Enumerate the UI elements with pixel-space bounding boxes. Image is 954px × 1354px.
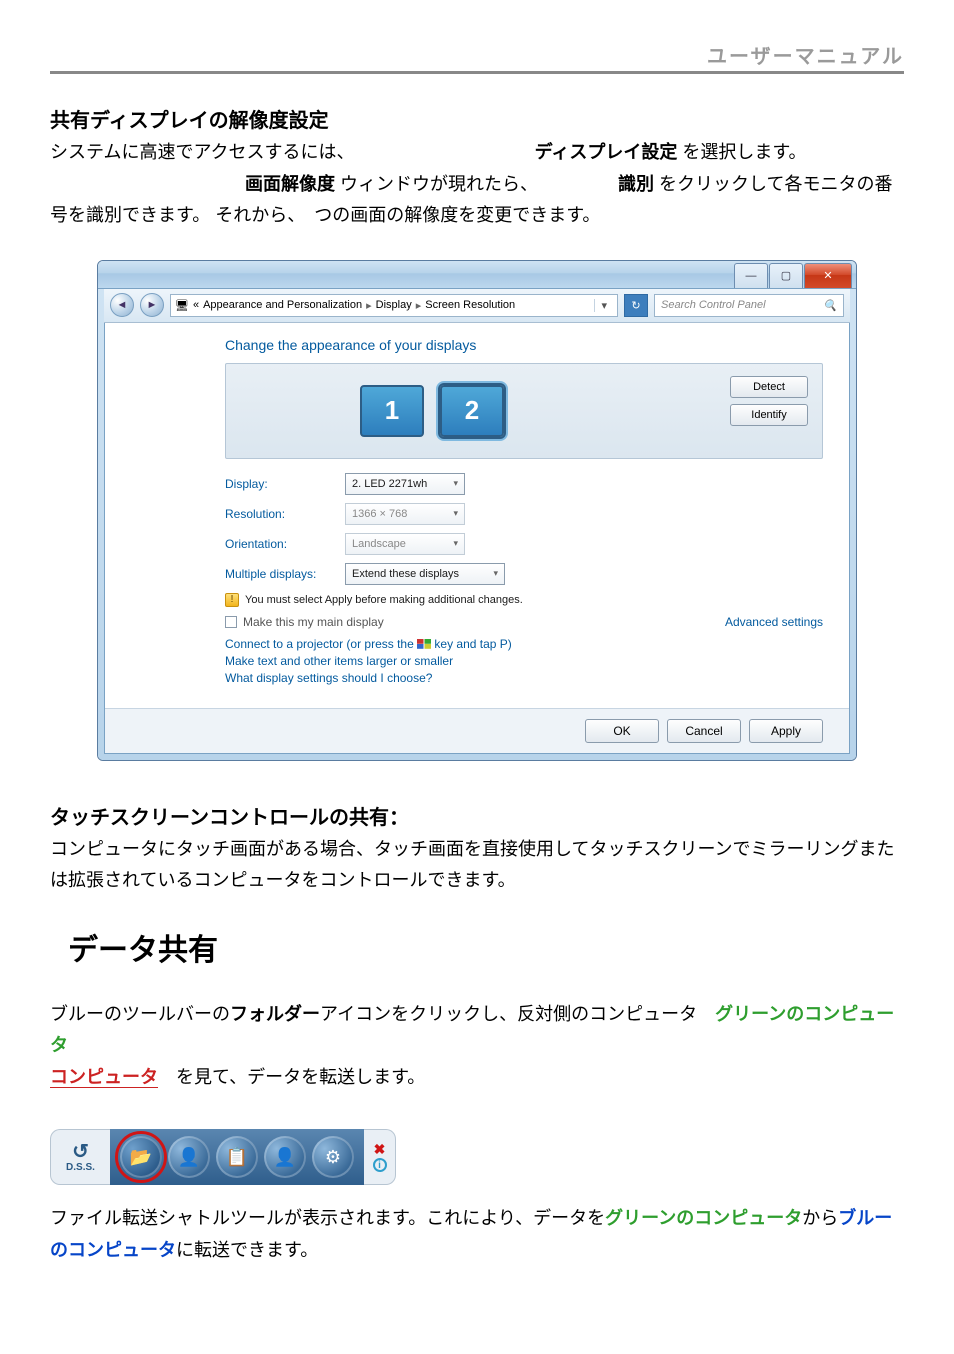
window-titlebar: — ▢ ✕ <box>98 261 856 289</box>
identify-button[interactable]: Identify <box>730 404 808 426</box>
window-close-button[interactable]: ✕ <box>804 263 852 288</box>
nav-back-button[interactable]: ◄ <box>110 293 134 317</box>
control-panel-icon: 🖥 <box>175 299 189 312</box>
toolbar-clipboard-icon[interactable]: 📋 <box>216 1136 258 1178</box>
monitor-2[interactable]: 2 <box>440 385 504 437</box>
toolbar-folder-icon[interactable]: 📂 <box>120 1136 162 1178</box>
search-input[interactable]: Search Control Panel 🔍 <box>654 294 844 317</box>
toolbar-info-icon[interactable]: i <box>373 1158 387 1172</box>
toolbar-user-icon[interactable]: 👤 <box>168 1136 210 1178</box>
windows-key-icon <box>417 639 431 649</box>
make-main-display-checkbox[interactable]: Make this my main display <box>225 615 384 629</box>
advanced-settings-link[interactable]: Advanced settings <box>725 615 823 629</box>
dss-swirl-icon: ↺ <box>72 1142 89 1162</box>
search-icon: 🔍 <box>823 299 837 312</box>
green-computer-underline: コンピュータ <box>50 1067 158 1088</box>
refresh-button[interactable]: ↻ <box>624 294 648 317</box>
page-header: ユーザーマニュアル <box>50 40 904 74</box>
display-arrangement-preview[interactable]: 1 2 Detect Identify <box>225 363 823 459</box>
sec2-title: タッチスクリーンコントロールの共有： <box>50 801 904 830</box>
breadcrumb[interactable]: 🖥 « Appearance and Personalization ▸ Dis… <box>170 294 618 317</box>
multiple-displays-select[interactable]: Extend these displays <box>345 563 505 585</box>
orientation-label: Orientation: <box>225 537 345 551</box>
address-dropdown-icon[interactable]: ▾ <box>594 299 613 312</box>
multiple-displays-label: Multiple displays: <box>225 567 345 581</box>
toolbar-close-icon[interactable]: ✖ <box>374 1142 386 1156</box>
dss-logo: ↺ D.S.S. <box>50 1129 110 1185</box>
resolution-select[interactable]: 1366 × 768 <box>345 503 465 525</box>
address-bar-row: ◄ ► 🖥 « Appearance and Personalization ▸… <box>104 289 850 323</box>
toolbar-gear-icon[interactable]: ⚙ <box>312 1136 354 1178</box>
panel-heading: Change the appearance of your displays <box>225 337 823 353</box>
monitor-1[interactable]: 1 <box>360 385 424 437</box>
sec1-body: システムに高速でアクセスするには、 ディスプレイ設定 を選択します。 画面解像度… <box>50 137 904 232</box>
detect-button[interactable]: Detect <box>730 376 808 398</box>
highlight-ring-icon <box>115 1131 167 1183</box>
ok-button[interactable]: OK <box>585 719 659 743</box>
apply-button[interactable]: Apply <box>749 719 823 743</box>
nav-forward-button[interactable]: ► <box>140 293 164 317</box>
toolbar-user2-icon[interactable]: 👤 <box>264 1136 306 1178</box>
warning-icon: ! <box>225 593 239 607</box>
resolution-label: Resolution: <box>225 507 345 521</box>
sec3-p2: ファイル転送シャトルツールが表示されます。これにより、データをグリーンのコンピュ… <box>50 1203 904 1266</box>
window-maximize-button[interactable]: ▢ <box>769 263 803 288</box>
window-minimize-button[interactable]: — <box>734 263 768 288</box>
manual-title: ユーザーマニュアル <box>707 46 904 68</box>
screen-resolution-window: — ▢ ✕ ◄ ► 🖥 « Appearance and Personaliza… <box>97 260 857 761</box>
sec3-title: データ共有 <box>68 925 904 969</box>
sec2-body: コンピュータにタッチ画面がある場合、タッチ画面を直接使用してタッチスクリーンでミ… <box>50 834 904 897</box>
orientation-select[interactable]: Landscape <box>345 533 465 555</box>
help-link[interactable]: What display settings should I choose? <box>225 671 823 685</box>
warning-row: ! You must select Apply before making ad… <box>225 593 823 607</box>
text-size-link[interactable]: Make text and other items larger or smal… <box>225 654 823 668</box>
dss-toolbar: ↺ D.S.S. 📂 👤 📋 👤 ⚙ ✖ i <box>50 1129 396 1185</box>
connect-projector-link[interactable]: Connect to a projector (or press the key… <box>225 637 823 651</box>
sec3-p1: ブルーのツールバーのフォルダーアイコンをクリックし、反対側のコンピュータ グリー… <box>50 999 904 1094</box>
display-select[interactable]: 2. LED 2271wh <box>345 473 465 495</box>
display-label: Display: <box>225 477 345 491</box>
sec1-title: 共有ディスプレイの解像度設定 <box>50 104 904 133</box>
cancel-button[interactable]: Cancel <box>667 719 741 743</box>
dialog-footer: OK Cancel Apply <box>105 708 849 753</box>
